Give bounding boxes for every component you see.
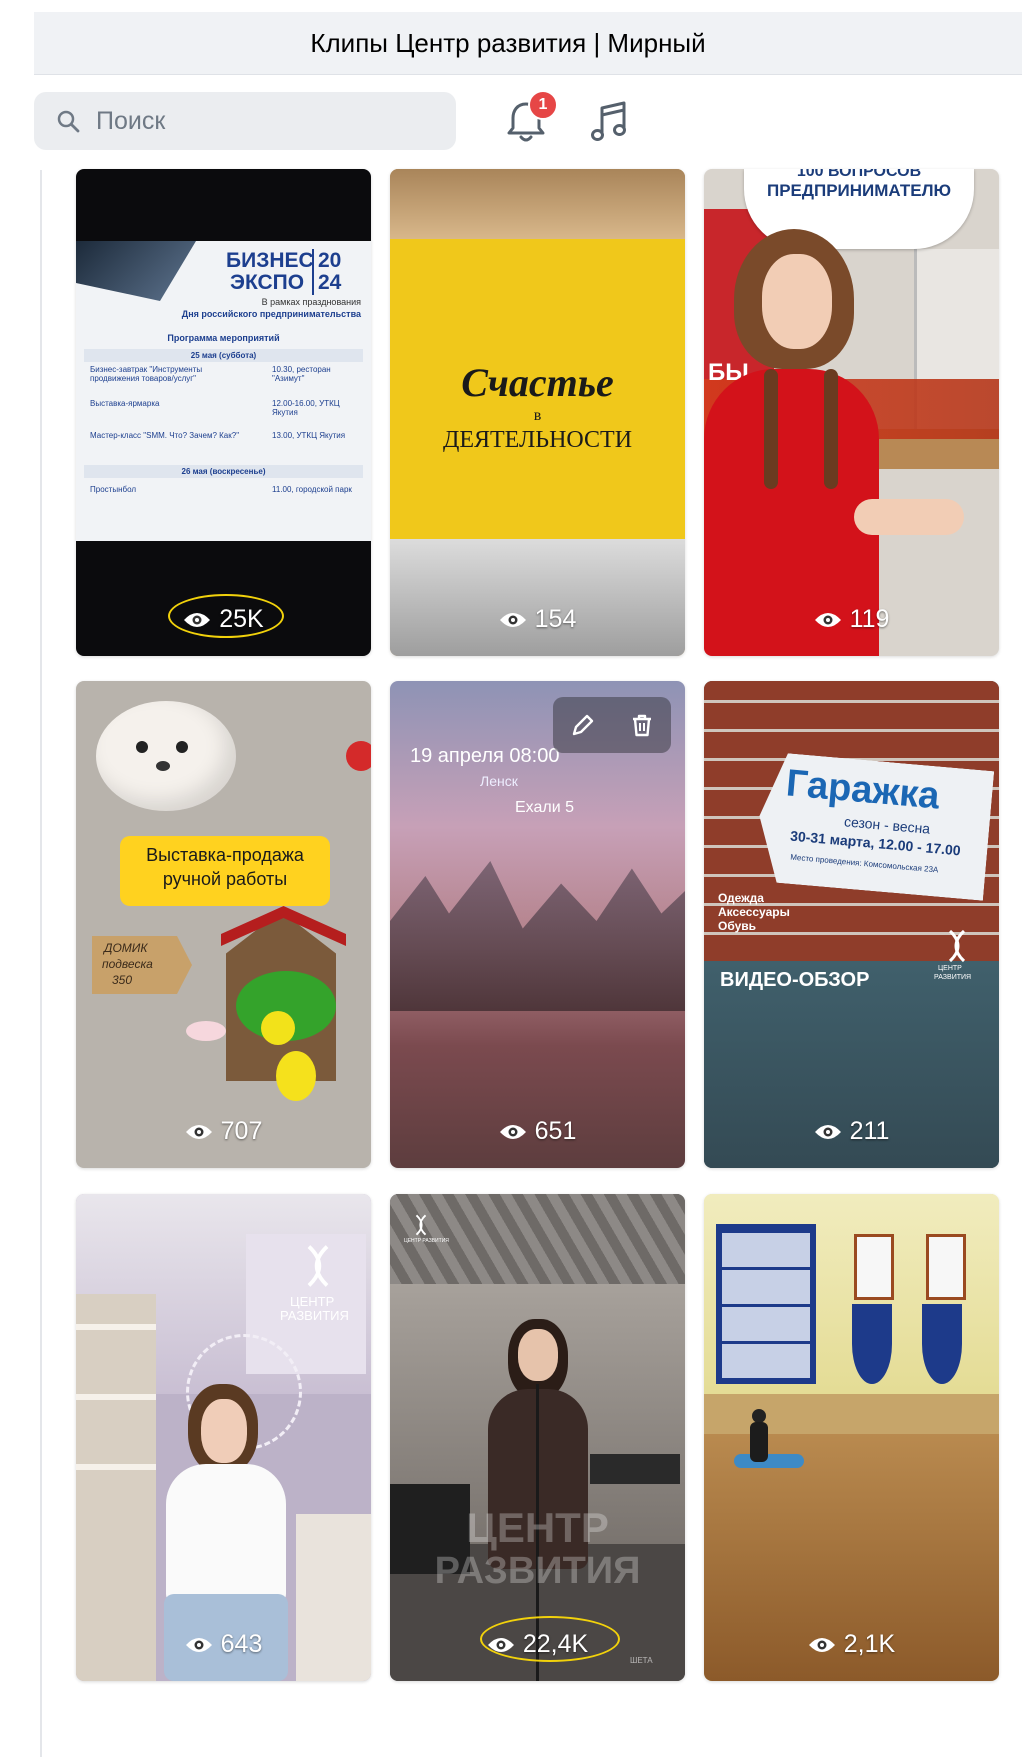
expo-e1: Бизнес-завтрак "Инструменты продвижения …	[90, 365, 203, 383]
video-review-label: ВИДЕО-ОБЗОР	[720, 969, 870, 991]
content-divider	[40, 170, 42, 1757]
expo-year-a: 20	[312, 249, 341, 273]
expo-e4: Простынбол	[90, 485, 137, 494]
view-count-value: 651	[534, 1117, 577, 1145]
watermark-line-2: РАЗВИТИЯ	[434, 1550, 641, 1592]
view-count-value: 211	[849, 1117, 890, 1145]
expo-sub1: В рамках празднования	[261, 297, 361, 307]
expo-day1: 25 мая (суббота)	[84, 349, 363, 362]
eye-icon	[499, 1124, 526, 1139]
expo-title-b: ЭКСПО	[230, 271, 305, 294]
top-toolbar: 1	[34, 90, 1022, 154]
view-count: 2,1K	[704, 1630, 999, 1659]
eye-icon	[814, 1124, 841, 1139]
expo-t1: 10.30, ресторан "Азимут"	[272, 365, 331, 383]
centre-logo-icon	[415, 1214, 427, 1236]
view-count: 119	[704, 605, 999, 634]
pencil-icon[interactable]	[570, 712, 596, 738]
window-titlebar: Клипы Центр развития | Мирный	[34, 12, 1022, 75]
view-count-value: 119	[849, 605, 890, 633]
expo-sub2: Дня российского предпринимательства	[181, 309, 361, 319]
garage-items-3: Обувь	[718, 919, 757, 933]
price-tag-1: ДОМИК	[104, 941, 148, 955]
clip-card-3[interactable]: БЫ 100 ВОПРОСОВ ПРЕДПРИНИМАТЕЛЮ 119	[704, 169, 999, 656]
happiness-line1: Счастье	[461, 360, 614, 405]
eye-icon	[487, 1637, 514, 1652]
view-count-value: 25K	[219, 605, 264, 633]
view-count: 643	[76, 1630, 371, 1659]
fair-label-1: Выставка-продажа	[146, 845, 304, 865]
bubble-text: ПРЕДПРИНИМАТЕЛЮ	[766, 181, 952, 200]
video-line3: Ехали 5	[515, 799, 575, 816]
view-count: 22,4K	[390, 1630, 685, 1659]
expo-t4: 11.00, городской парк	[272, 485, 352, 494]
video-line2: Ленск	[480, 773, 518, 789]
search-icon	[57, 110, 80, 133]
expo-program: Программа мероприятий	[167, 333, 280, 343]
happiness-line2: в	[533, 407, 542, 424]
centre-logo-icon	[948, 929, 966, 963]
expo-t2: 12.00-16.00, УТКЦ Якутия	[272, 399, 340, 417]
eye-icon	[814, 612, 841, 627]
window-title: Клипы Центр развития | Мирный	[310, 27, 706, 58]
notification-badge: 1	[528, 90, 558, 120]
expo-t3: 13.00, УТКЦ Якутия	[272, 431, 346, 440]
fair-label-2: ручной работы	[162, 869, 288, 889]
eye-icon	[184, 612, 211, 627]
eye-icon	[185, 1124, 212, 1139]
view-count: 651	[390, 1117, 685, 1146]
view-count: 211	[704, 1117, 999, 1146]
expo-day2: 26 мая (воскресенье)	[84, 465, 363, 478]
view-count-value: 643	[220, 1630, 263, 1658]
expo-e2: Выставка-ярмарка	[90, 399, 160, 408]
search-input[interactable]	[94, 105, 418, 137]
price-tag-3: 350	[112, 973, 133, 987]
view-count-value: 22,4K	[522, 1630, 589, 1658]
music-note-icon[interactable]	[590, 100, 630, 144]
clip-card-4[interactable]: Выставка-продажа ручной работы ДОМИК под…	[76, 681, 371, 1168]
logo-line-2: РАЗВИТИЯ	[934, 974, 972, 981]
view-count: 154	[390, 605, 685, 634]
view-count: 707	[76, 1117, 371, 1146]
search-box[interactable]	[34, 92, 456, 150]
eye-icon	[499, 612, 526, 627]
price-tag-2: подвеска	[102, 957, 153, 971]
clip-card-5[interactable]: 19 апреля 08:00 Ленск Ехали 5 651	[390, 681, 685, 1168]
watermark-line-1: ЦЕНТР	[466, 1504, 609, 1551]
view-count-value: 2,1K	[843, 1630, 896, 1658]
clip-card-7[interactable]: ЦЕНТР РАЗВИТИЯ 643	[76, 1194, 371, 1681]
video-date: 19 апреля 08:00	[410, 745, 560, 767]
expo-year-b: 24	[312, 271, 341, 295]
expo-title-a: БИЗНЕС	[226, 249, 314, 272]
logo-line-2: РАЗВИТИЯ	[280, 1308, 349, 1323]
view-count-value: 154	[534, 605, 577, 633]
eye-icon	[185, 1637, 212, 1652]
clip-card-1[interactable]: БИЗНЕС ЭКСПО 20 24 В рамках празднования…	[76, 169, 371, 656]
eye-icon	[808, 1637, 835, 1652]
logo-line-1: ЦЕНТР	[290, 1294, 335, 1309]
expo-e3: Мастер-класс "SMM. Что? Зачем? Как?"	[90, 431, 240, 440]
centre-logo-icon	[307, 1245, 329, 1287]
clip-card-8[interactable]: ЦЕНТР РАЗВИТИЯ ЦЕНТР РАЗВИТИЯ ШЕТА 22,4K	[390, 1194, 685, 1681]
garage-items-2: Аксессуары	[718, 905, 790, 919]
clip-card-2[interactable]: Счастье в ДЕЯТЕЛЬНОСТИ 154	[390, 169, 685, 656]
garage-items-1: Одежда	[718, 891, 764, 905]
trash-icon[interactable]	[629, 712, 655, 738]
clip-card-9[interactable]: 2,1K	[704, 1194, 999, 1681]
clip-card-6[interactable]: Гаражка сезон - весна 30-31 марта, 12.00…	[704, 681, 999, 1168]
logo-line-1: ЦЕНТР	[938, 965, 962, 972]
corner-logo-text: ЦЕНТР РАЗВИТИЯ	[404, 1238, 449, 1244]
view-count-value: 707	[220, 1117, 263, 1145]
clip-edit-toolbar	[553, 697, 671, 753]
happiness-line3: ДЕЯТЕЛЬНОСТИ	[442, 427, 633, 453]
view-count: 25K	[76, 605, 371, 634]
bubble-top-text: 100 ВОПРОСОВ	[796, 169, 922, 180]
